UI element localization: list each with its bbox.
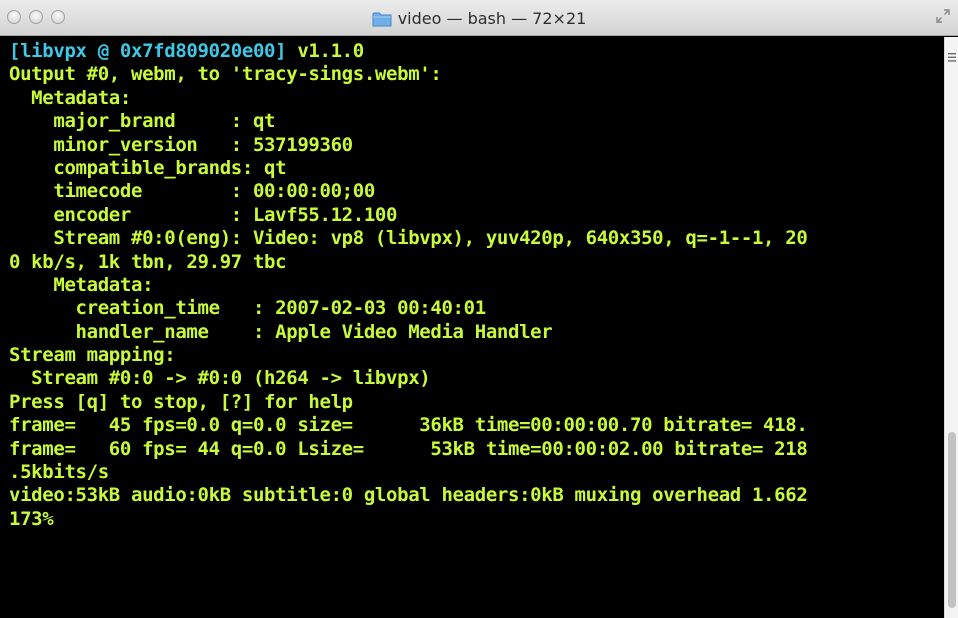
terminal-window: video — bash — 72×21 [libvpx @ 0x7fd8090… <box>0 0 958 618</box>
terminal-line: handler_name : Apple Video Media Handler <box>9 320 553 343</box>
libvpx-tag: [libvpx @ 0x7fd809020e00] <box>9 40 287 62</box>
folder-icon <box>372 12 392 26</box>
terminal-line: Stream #0:0(eng): Video: vp8 (libvpx), y… <box>9 227 808 250</box>
window-title: video — bash — 72×21 <box>397 8 587 28</box>
terminal-line: Press [q] to stop, [?] for help <box>9 390 353 413</box>
terminal-line: Metadata: <box>9 86 131 109</box>
terminal-line: Metadata: <box>9 273 154 296</box>
terminal-line: timecode : 00:00:00;00 <box>9 180 375 203</box>
window-title-group: video — bash — 72×21 <box>0 0 958 36</box>
terminal-line: encoder : Lavf55.12.100 <box>9 203 398 226</box>
terminal-line: frame= 45 fps=0.0 q=0.0 size= 36kB time=… <box>9 414 808 437</box>
terminal-line: Output #0, webm, to 'tracy-sings.webm': <box>9 63 442 86</box>
libvpx-version: v1.1.0 <box>286 40 364 62</box>
terminal-line: minor_version : 537199360 <box>9 133 353 156</box>
title-bar[interactable]: video — bash — 72×21 <box>0 0 958 36</box>
vertical-scrollbar[interactable] <box>944 37 958 618</box>
terminal-line: video:53kB audio:0kB subtitle:0 global h… <box>9 484 808 507</box>
terminal-line: Stream #0:0 -> #0:0 (h264 -> libvpx) <box>9 367 431 390</box>
terminal-line: [libvpx @ 0x7fd809020e00] v1.1.0 <box>9 40 944 63</box>
split-pane-icon[interactable] <box>948 53 956 62</box>
terminal-output[interactable]: [libvpx @ 0x7fd809020e00] v1.1.0 Output … <box>0 37 944 618</box>
terminal-line: compatible_brands: qt <box>9 156 287 179</box>
terminal-line: Stream mapping: <box>9 344 176 367</box>
terminal-line: frame= 60 fps= 44 q=0.0 Lsize= 53kB time… <box>9 437 808 460</box>
terminal-line: 0 kb/s, 1k tbn, 29.97 tbc <box>9 250 287 273</box>
scrollbar-thumb[interactable] <box>948 432 956 608</box>
terminal-line: creation_time : 2007-02-03 00:40:01 <box>9 297 487 320</box>
fullscreen-icon[interactable] <box>936 9 950 23</box>
terminal-line: major_brand : qt <box>9 110 276 133</box>
terminal-line: 173% <box>9 507 54 530</box>
terminal-line: .5kbits/s <box>9 461 109 484</box>
